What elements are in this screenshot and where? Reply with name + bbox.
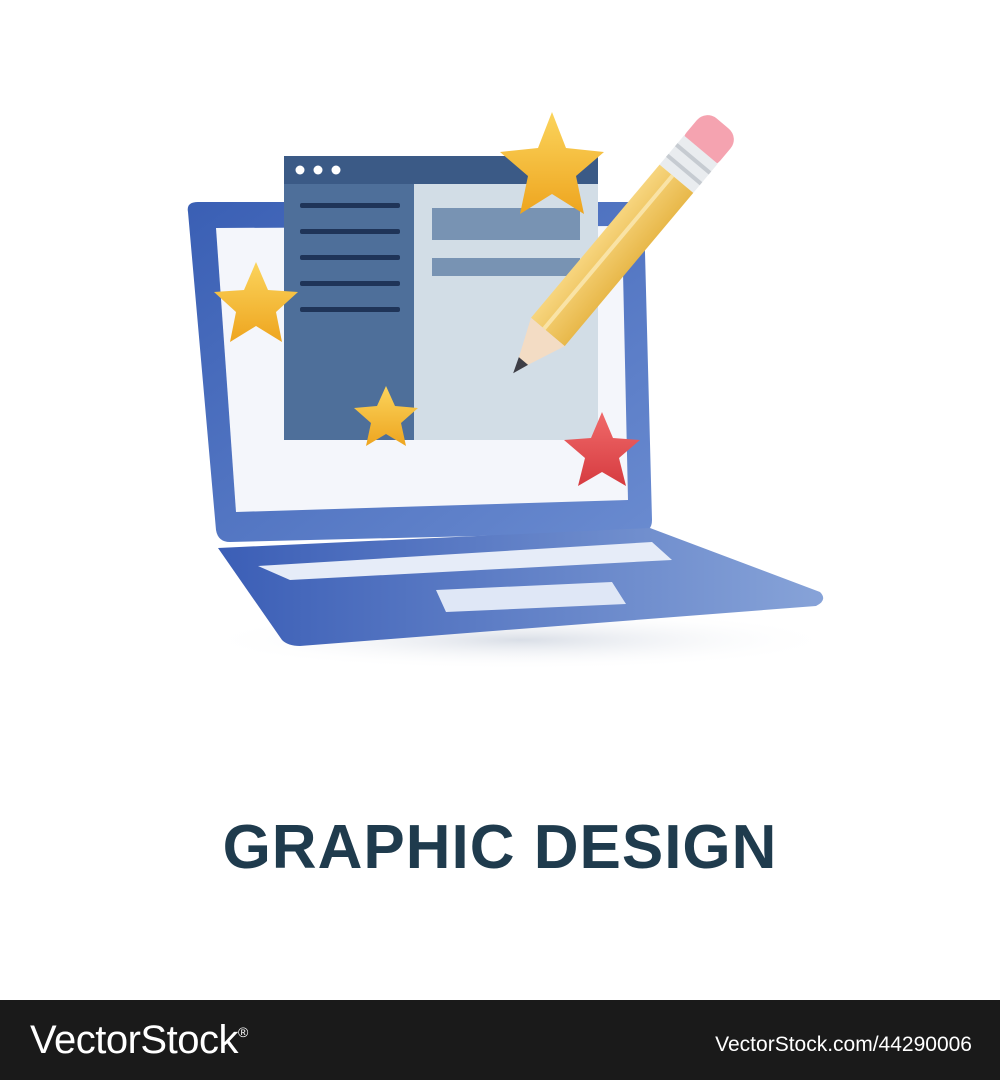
sidebar-line	[300, 203, 400, 208]
sidebar-line	[300, 229, 400, 234]
image-reference: VectorStock.com/44290006	[715, 1033, 972, 1056]
sidebar-line	[300, 307, 400, 312]
window-dot-icon	[331, 165, 341, 175]
sidebar-line	[300, 255, 400, 260]
window-dot-icon	[295, 165, 305, 175]
artwork-canvas: GRAPHIC DESIGN VectorStock® VectorStock.…	[0, 0, 1000, 1080]
caption-title: GRAPHIC DESIGN	[222, 813, 778, 882]
brand-registered-mark: ®	[237, 1024, 248, 1040]
watermark-footer: VectorStock® VectorStock.com/44290006	[0, 1000, 1000, 1080]
content-block	[432, 208, 580, 240]
brand-logo: VectorStock®	[30, 1018, 248, 1063]
window-dot-icon	[313, 165, 323, 175]
content-block	[432, 258, 580, 276]
graphic-design-illustration	[187, 112, 840, 670]
sidebar-line	[300, 281, 400, 286]
brand-name: VectorStock	[30, 1018, 238, 1062]
